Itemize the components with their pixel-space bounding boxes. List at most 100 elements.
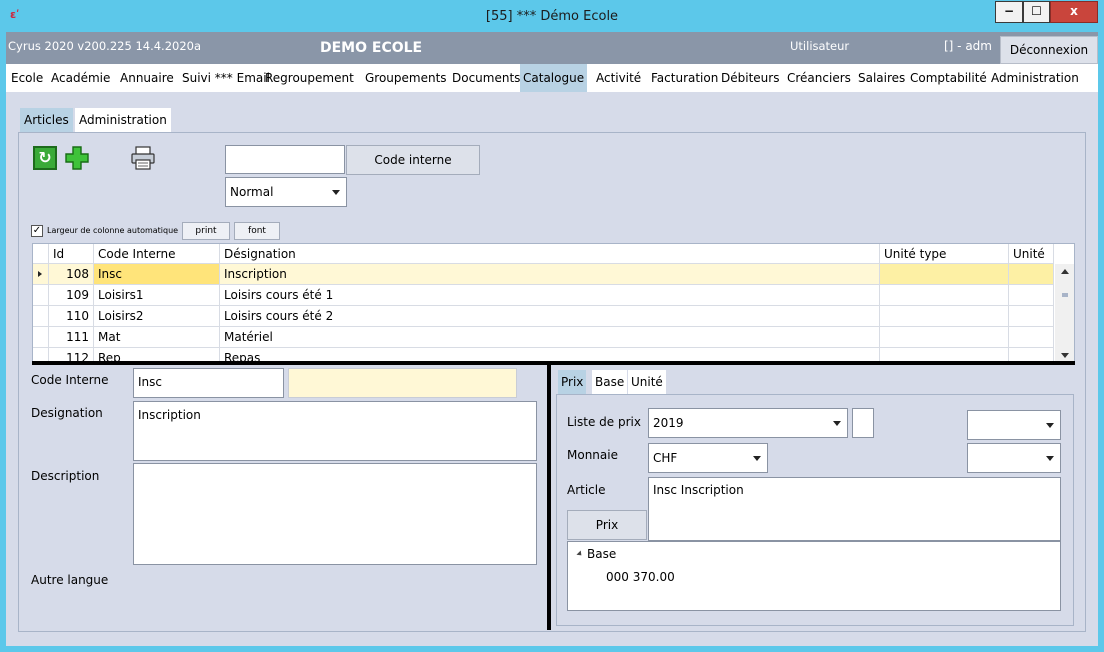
tree-node-price-value[interactable]: 000 370.00 (606, 569, 675, 585)
cell-designation[interactable]: Matériel (220, 327, 880, 347)
cell-designation[interactable]: Inscription (220, 264, 880, 284)
monnaie-value: CHF (653, 451, 678, 465)
scroll-up-icon[interactable] (1061, 269, 1069, 274)
tab-prix[interactable]: Prix (558, 370, 587, 394)
menu-item-creanciers[interactable]: Créanciers (784, 64, 854, 92)
grid-header-row: Id Code Interne Désignation Unité type U… (33, 244, 1054, 264)
liste-prix-select[interactable]: 2019 (648, 408, 848, 438)
article-label: Article (567, 483, 606, 497)
autre-langue-label: Autre langue (31, 573, 109, 587)
scroll-down-icon[interactable] (1061, 353, 1069, 358)
chevron-down-icon (753, 456, 761, 461)
printer-icon[interactable] (131, 146, 155, 170)
cell-unite-type[interactable] (880, 285, 1009, 305)
cell-id[interactable]: 111 (49, 327, 94, 347)
menu-item-activite[interactable]: Activité (593, 64, 644, 92)
user-value: [] - adm (944, 39, 992, 53)
font-button[interactable]: font (234, 222, 280, 240)
menu-item-comptabilite[interactable]: Comptabilité (907, 64, 990, 92)
table-row[interactable]: 111 Mat Matériel (33, 327, 1054, 348)
cell-unite[interactable] (1009, 264, 1054, 284)
version-label: Cyrus 2020 v200.225 14.4.2020a (8, 39, 202, 53)
cell-code[interactable]: Loisirs1 (94, 285, 220, 305)
menu-item-catalogue[interactable]: Catalogue (520, 64, 588, 92)
column-header-unite[interactable]: Unité (1009, 244, 1054, 263)
print-button[interactable]: print (182, 222, 230, 240)
articles-grid: Id Code Interne Désignation Unité type U… (32, 243, 1075, 363)
tab-unite[interactable]: Unité (628, 370, 666, 394)
designation-label: Designation (31, 406, 103, 420)
cell-code[interactable]: Mat (94, 327, 220, 347)
cell-unite-type[interactable] (880, 327, 1009, 347)
menu-item-ecole[interactable]: Ecole (8, 64, 46, 92)
column-header-designation[interactable]: Désignation (220, 244, 880, 263)
row-header (33, 306, 49, 326)
cell-id[interactable]: 109 (49, 285, 94, 305)
article-field[interactable]: Insc Inscription (648, 477, 1061, 541)
minimize-button[interactable]: − (995, 1, 1023, 23)
refresh-icon[interactable]: ↻ (33, 146, 57, 170)
main-menu: Ecole Académie Annuaire Suivi *** Email … (6, 64, 1098, 92)
horizontal-splitter[interactable] (32, 361, 1075, 365)
tree-collapse-icon[interactable] (576, 550, 584, 558)
maximize-button[interactable]: ☐ (1023, 1, 1050, 23)
cell-id[interactable]: 108 (49, 264, 94, 284)
auto-column-width-checkbox[interactable]: ✓ (31, 225, 43, 237)
table-row[interactable]: 110 Loisirs2 Loisirs cours été 2 (33, 306, 1054, 327)
logout-button[interactable]: Déconnexion (1000, 36, 1098, 64)
liste-prix-secondary-select[interactable] (967, 410, 1061, 440)
code-search-input[interactable] (225, 145, 345, 174)
cell-unite-type[interactable] (880, 264, 1009, 284)
column-header-unite-type[interactable]: Unité type (880, 244, 1009, 263)
tab-articles[interactable]: Articles (20, 108, 73, 132)
code-interne-button[interactable]: Code interne (346, 145, 480, 175)
description-field[interactable] (133, 463, 537, 565)
grid-scrollbar[interactable] (1055, 264, 1074, 362)
cell-unite[interactable] (1009, 327, 1054, 347)
cell-code[interactable]: Insc (94, 264, 220, 284)
code-interne-field[interactable]: Insc (133, 368, 284, 398)
designation-field[interactable]: Inscription (133, 401, 537, 461)
cell-id[interactable]: 110 (49, 306, 94, 326)
cell-unite-type[interactable] (880, 306, 1009, 326)
menu-item-facturation[interactable]: Facturation (648, 64, 721, 92)
menu-item-administration[interactable]: Administration (988, 64, 1082, 92)
table-row[interactable]: 109 Loisirs1 Loisirs cours été 1 (33, 285, 1054, 306)
menu-item-suivi-email[interactable]: Suivi *** Email (179, 64, 273, 92)
scroll-thumb[interactable] (1062, 293, 1068, 297)
cell-designation[interactable]: Loisirs cours été 1 (220, 285, 880, 305)
menu-item-regroupement[interactable]: Regroupement (262, 64, 357, 92)
menu-item-academie[interactable]: Académie (48, 64, 113, 92)
menu-item-annuaire[interactable]: Annuaire (117, 64, 177, 92)
base-price-tree: Base 000 370.00 (567, 541, 1061, 611)
monnaie-select[interactable]: CHF (648, 443, 768, 473)
add-icon[interactable] (65, 146, 89, 170)
row-header (33, 327, 49, 347)
table-row[interactable]: 108 Insc Inscription (33, 264, 1054, 285)
cell-designation[interactable]: Loisirs cours été 2 (220, 306, 880, 326)
cell-unite[interactable] (1009, 306, 1054, 326)
cell-unite[interactable] (1009, 285, 1054, 305)
chevron-down-icon (1046, 423, 1054, 428)
tab-base[interactable]: Base (592, 370, 628, 394)
mode-select[interactable]: Normal (225, 177, 347, 207)
code-extra-field[interactable] (288, 368, 517, 398)
menu-item-documents[interactable]: Documents (449, 64, 523, 92)
school-name: DEMO ECOLE (320, 40, 423, 56)
vertical-splitter[interactable] (547, 365, 551, 630)
description-label: Description (31, 469, 100, 483)
prix-button[interactable]: Prix (567, 510, 647, 540)
tree-node-base[interactable]: Base (587, 546, 616, 562)
menu-item-salaires[interactable]: Salaires (855, 64, 908, 92)
grid-corner (33, 244, 49, 263)
cell-code[interactable]: Loisirs2 (94, 306, 220, 326)
tab-administration[interactable]: Administration (75, 108, 171, 132)
close-button[interactable]: x (1050, 1, 1098, 23)
liste-prix-label: Liste de prix (567, 415, 641, 429)
liste-prix-extra-button[interactable] (852, 408, 874, 438)
menu-item-debiteurs[interactable]: Débiteurs (718, 64, 782, 92)
column-header-id[interactable]: Id (49, 244, 94, 263)
monnaie-secondary-select[interactable] (967, 443, 1061, 473)
column-header-code[interactable]: Code Interne (94, 244, 220, 263)
menu-item-groupements[interactable]: Groupements (362, 64, 450, 92)
